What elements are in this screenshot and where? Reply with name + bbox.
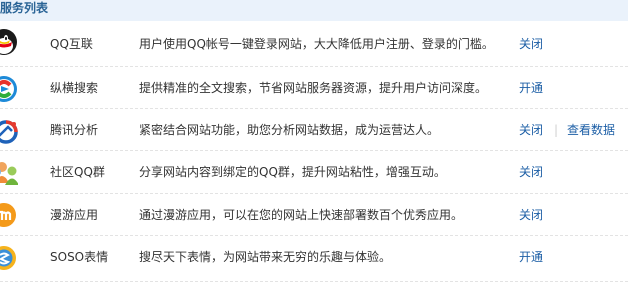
service-name: 社区QQ群 xyxy=(50,165,105,179)
service-name: 纵横搜索 xyxy=(50,81,99,95)
service-row-qq-group: 社区QQ群 分享网站内容到绑定的QQ群，提升网站粘性，增强互动。 关闭 xyxy=(0,151,628,194)
service-name: 腾讯分析 xyxy=(50,123,99,137)
service-description: 分享网站内容到绑定的QQ群，提升网站粘性，增强互动。 xyxy=(139,165,446,179)
service-name: SOSO表情 xyxy=(50,250,109,264)
page-title: 服务列表 xyxy=(0,1,49,15)
close-service-link[interactable]: 关闭 xyxy=(519,109,543,151)
service-row-qq-connect: QQ互联 用户使用QQ帐号一键登录网站，大大降低用户注册、登录的门槛。 关闭 xyxy=(0,21,628,67)
analytics-icon xyxy=(0,115,18,145)
action-divider: | xyxy=(554,123,559,137)
view-data-link[interactable]: 查看数据 xyxy=(567,109,615,151)
service-name: 漫游应用 xyxy=(50,208,99,222)
group-users-icon xyxy=(0,157,18,187)
service-description: 搜尽天下表情，为网站带来无穷的乐趣与体验。 xyxy=(139,250,392,264)
enable-service-link[interactable]: 开通 xyxy=(519,236,543,278)
service-name: QQ互联 xyxy=(50,37,93,51)
service-description: 通过漫游应用，可以在您的网站上快速部署数百个优秀应用。 xyxy=(139,208,464,222)
soso-emoji-icon xyxy=(0,242,18,272)
service-list: QQ互联 用户使用QQ帐号一键登录网站，大大降低用户注册、登录的门槛。 关闭 纵… xyxy=(0,21,628,282)
service-description: 用户使用QQ帐号一键登录网站，大大降低用户注册、登录的门槛。 xyxy=(139,37,494,51)
qq-penguin-icon xyxy=(0,27,18,57)
close-service-link[interactable]: 关闭 xyxy=(519,194,543,236)
close-service-link[interactable]: 关闭 xyxy=(519,21,543,67)
manyou-apps-icon xyxy=(0,200,18,230)
service-row-soso-emoji: SOSO表情 搜尽天下表情，为网站带来无穷的乐趣与体验。 开通 xyxy=(0,236,628,282)
service-list-header: 服务列表 xyxy=(0,0,628,21)
close-service-link[interactable]: 关闭 xyxy=(519,151,543,193)
soso-search-icon xyxy=(0,73,18,103)
enable-service-link[interactable]: 开通 xyxy=(519,67,543,109)
service-row-manyou-apps: 漫游应用 通过漫游应用，可以在您的网站上快速部署数百个优秀应用。 关闭 xyxy=(0,194,628,236)
service-description: 提供精准的全文搜索，节省网站服务器资源，提升用户访问深度。 xyxy=(139,81,488,95)
service-row-analytics: 腾讯分析 紧密结合网站功能，助您分析网站数据，成为运营达人。 关闭 | 查看数据 xyxy=(0,109,628,151)
service-description: 紧密结合网站功能，助您分析网站数据，成为运营达人。 xyxy=(139,123,440,137)
service-row-search: 纵横搜索 提供精准的全文搜索，节省网站服务器资源，提升用户访问深度。 开通 xyxy=(0,67,628,109)
